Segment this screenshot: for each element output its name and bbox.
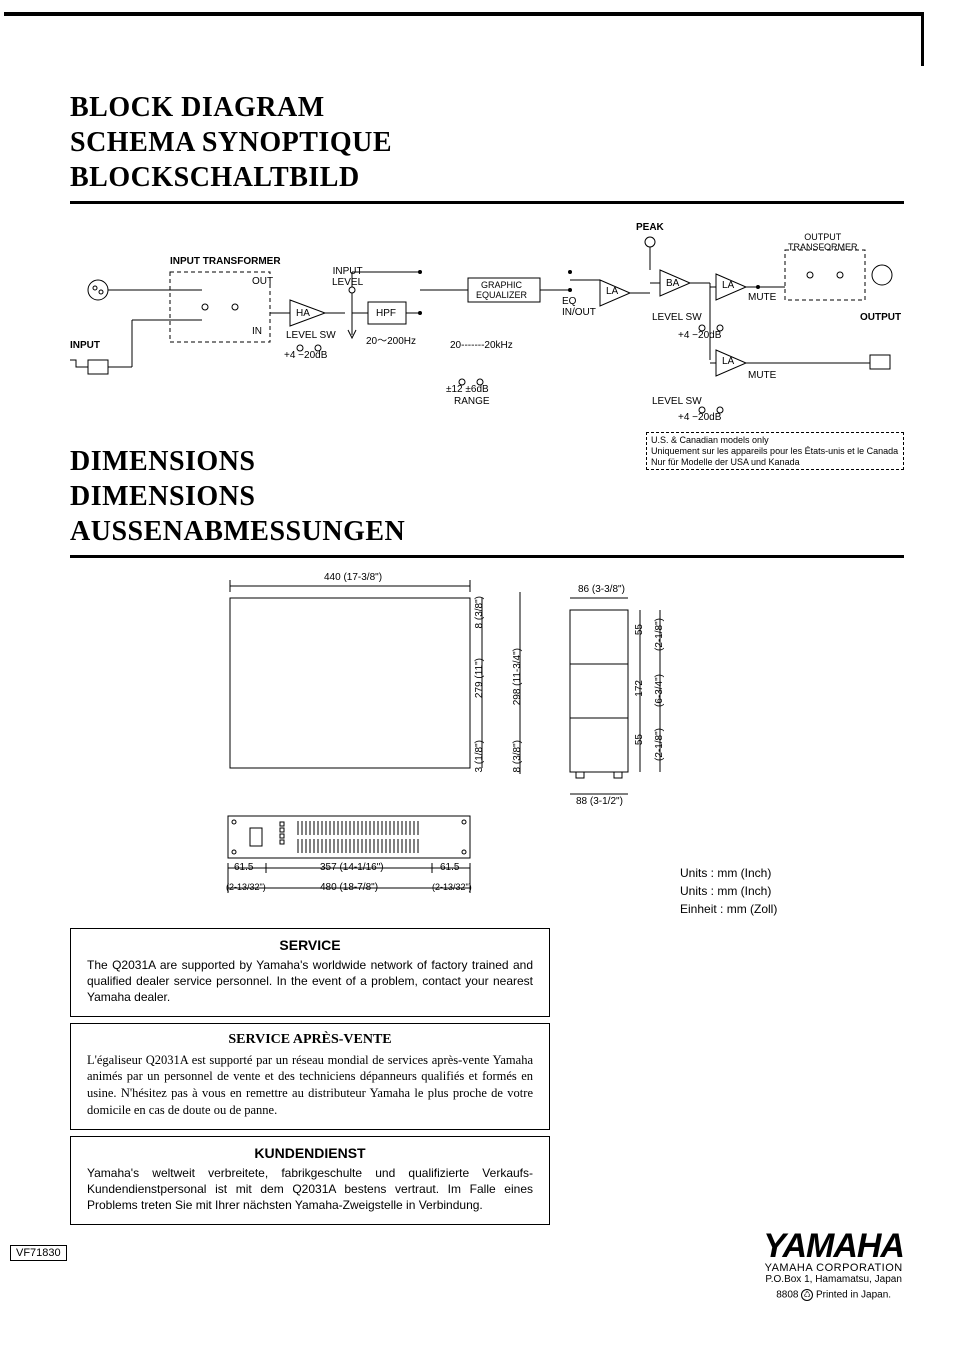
dim-h55b: 55 xyxy=(634,734,645,745)
yamaha-block: YAMAHA YAMAHA CORPORATION P.O.Box 1, Ham… xyxy=(763,1231,904,1301)
dim-h298: 298 (11-3/4") xyxy=(512,648,523,705)
dim-w440: 440 (17-3/8") xyxy=(324,572,382,583)
dim-w88: 88 (3-1/2") xyxy=(576,796,623,807)
dim-w86: 86 (3-3/8") xyxy=(578,584,625,595)
label-in: IN xyxy=(252,326,262,337)
heading-line: AUSSENABMESSUNGEN xyxy=(70,514,904,549)
label-input-level: INPUT LEVEL xyxy=(332,266,363,288)
units-block: Units : mm (Inch) Units : mm (Inch) Einh… xyxy=(680,864,777,918)
label-input: INPUT xyxy=(70,340,100,351)
label-out: OUT xyxy=(252,276,273,287)
right-border xyxy=(921,12,924,66)
service-title: KUNDENDIENST xyxy=(87,1145,533,1161)
label-output-transformer: OUTPUT TRANSFORMER xyxy=(788,232,858,252)
yamaha-corp: YAMAHA CORPORATION xyxy=(763,1262,904,1274)
dim-w480: 480 (18-7/8") xyxy=(320,882,378,893)
service-section: SERVICE The Q2031A are supported by Yama… xyxy=(70,928,550,1225)
dim-h172i: (6-3/4") xyxy=(654,674,665,707)
label-la2: LA xyxy=(722,280,734,291)
label-level-sw2: LEVEL SW xyxy=(652,312,702,323)
dim-w61a: 61.5 xyxy=(234,862,253,873)
print-text: Printed in Japan. xyxy=(816,1290,891,1301)
label-level-sw-vals: +4 −20dB xyxy=(284,350,327,361)
label-output: OUTPUT xyxy=(860,312,901,323)
label-peak: PEAK xyxy=(636,222,664,233)
dim-w61ai: (2-13/32") xyxy=(226,882,266,892)
dim-h55ai: (2-1/8") xyxy=(654,618,665,651)
units-line: Einheit : mm (Zoll) xyxy=(680,900,777,918)
service-body: L'égaliseur Q2031A est supporté par un r… xyxy=(87,1052,533,1120)
rule xyxy=(70,555,904,558)
heading-line: BLOCKSCHALTBILD xyxy=(70,160,904,195)
block-diagram-heading: BLOCK DIAGRAM SCHEMA SYNOPTIQUE BLOCKSCH… xyxy=(70,90,904,195)
service-title: SERVICE xyxy=(87,937,533,953)
label-hpf-range: 20～200Hz xyxy=(366,332,416,347)
label-geq: GRAPHIC EQUALIZER xyxy=(476,280,527,300)
top-border xyxy=(4,12,924,16)
dimensions-svg xyxy=(70,568,904,908)
rule xyxy=(70,201,904,204)
dim-h55bi: (2-1/8") xyxy=(654,728,665,761)
label-ba: BA xyxy=(666,278,679,289)
label-eq-inout: EQ IN/OUT xyxy=(562,296,596,318)
label-level-sw-vals2: +4 −20dB xyxy=(678,330,721,341)
label-mute2: MUTE xyxy=(748,370,776,381)
yamaha-logo: YAMAHA xyxy=(763,1231,904,1262)
heading-line: BLOCK DIAGRAM xyxy=(70,90,904,125)
dimensions-drawings: 440 (17-3/8") 8 (3/8") 279 (11") 298 (11… xyxy=(70,568,904,908)
label-ha: HA xyxy=(296,308,310,319)
label-hpf: HPF xyxy=(376,308,396,319)
service-body: The Q2031A are supported by Yamaha's wor… xyxy=(87,957,533,1006)
heading-line: DIMENSIONS xyxy=(70,479,904,514)
label-la3: LA xyxy=(722,356,734,367)
dim-w61bi: (2-13/32") xyxy=(432,882,472,892)
label-geq-range: 20-------20kHz xyxy=(450,340,513,351)
label-level-sw3: LEVEL SW xyxy=(652,396,702,407)
label-mute1: MUTE xyxy=(748,292,776,303)
service-title: SERVICE APRÈS-VENTE xyxy=(87,1032,533,1048)
units-line: Units : mm (Inch) xyxy=(680,864,777,882)
dim-h55a: 55 xyxy=(634,624,645,635)
dim-w61b: 61.5 xyxy=(440,862,459,873)
label-input-transformer: INPUT TRANSFORMER xyxy=(170,256,281,267)
doc-code: VF71830 xyxy=(10,1245,67,1261)
label-level-sw-vals3: +4 −20dB xyxy=(678,412,721,423)
dim-h279: 279 (11") xyxy=(474,658,485,698)
label-level-sw: LEVEL SW xyxy=(286,330,336,341)
dim-w357: 357 (14-1/16") xyxy=(320,862,384,873)
note-line: Nur für Modelle der USA und Kanada xyxy=(651,457,899,468)
units-line: Units : mm (Inch) xyxy=(680,882,777,900)
dim-h3: 3 (1/8") xyxy=(474,740,485,772)
service-box-en: SERVICE The Q2031A are supported by Yama… xyxy=(70,928,550,1017)
service-box-de: KUNDENDIENST Yamaha's weltweit verbreite… xyxy=(70,1136,550,1225)
label-la1: LA xyxy=(606,286,618,297)
block-diagram: INPUT INPUT TRANSFORMER OUT IN HA INPUT … xyxy=(70,220,904,440)
models-note: U.S. & Canadian models only Uniquement s… xyxy=(646,432,904,470)
content: BLOCK DIAGRAM SCHEMA SYNOPTIQUE BLOCKSCH… xyxy=(70,90,904,1311)
recycle-icon: ♺ xyxy=(801,1289,813,1301)
print-code: 8808 xyxy=(776,1290,798,1301)
service-box-fr: SERVICE APRÈS-VENTE L'égaliseur Q2031A e… xyxy=(70,1023,550,1131)
note-line: Uniquement sur les appareils pour les Ét… xyxy=(651,446,899,457)
label-geq-db: ±12 ±6dB xyxy=(446,384,489,395)
yamaha-addr: P.O.Box 1, Hamamatsu, Japan xyxy=(763,1274,904,1285)
dim-h8: 8 (3/8") xyxy=(474,596,485,628)
label-range: RANGE xyxy=(454,396,490,407)
heading-line: SCHEMA SYNOPTIQUE xyxy=(70,125,904,160)
dim-h172: 172 xyxy=(634,680,645,697)
service-body: Yamaha's weltweit verbreitete, fabrikges… xyxy=(87,1165,533,1214)
yamaha-print: 8808 ♺ Printed in Japan. xyxy=(763,1289,904,1301)
dim-h8b: 8 (3/8") xyxy=(512,740,523,772)
diagram-svg xyxy=(70,220,904,440)
note-line: U.S. & Canadian models only xyxy=(651,435,899,446)
page: BLOCK DIAGRAM SCHEMA SYNOPTIQUE BLOCKSCH… xyxy=(0,0,954,1351)
